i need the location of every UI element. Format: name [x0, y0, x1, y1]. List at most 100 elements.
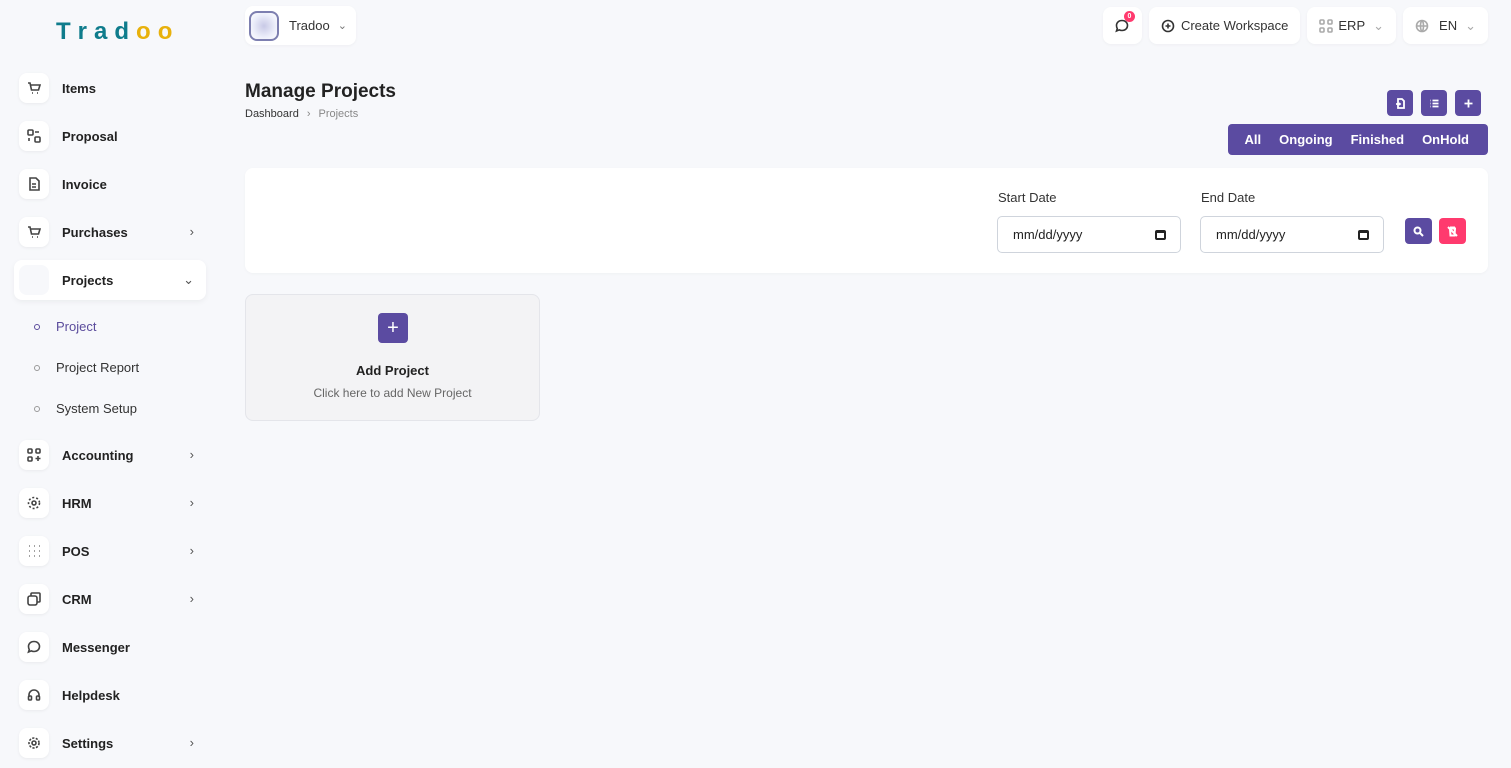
projects-submenu: Project Project Report System Setup: [14, 306, 206, 429]
end-date-label: End Date: [1201, 190, 1256, 205]
list-view-button[interactable]: [1421, 90, 1447, 116]
sidebar: Tradoo Items Proposal Invoice Purchases …: [0, 0, 222, 768]
app-logo[interactable]: Tradoo: [56, 18, 179, 46]
add-project-card[interactable]: + Add Project Click here to add New Proj…: [245, 294, 540, 421]
list-icon: [1429, 99, 1438, 107]
add-project-button[interactable]: [1455, 90, 1481, 116]
sidebar-item-invoice[interactable]: Invoice: [14, 164, 206, 204]
add-project-title: Add Project: [356, 363, 429, 378]
sidebar-item-label: HRM: [62, 495, 92, 511]
chevron-down-icon: ⌄: [1373, 17, 1385, 33]
apps-icon: [19, 440, 49, 470]
calendar-icon[interactable]: [1358, 230, 1369, 240]
sidebar-item-label: Items: [62, 80, 96, 96]
bullet-icon: [34, 405, 40, 412]
plus-icon: [1464, 99, 1472, 107]
chevron-down-icon: ⌄: [1465, 17, 1476, 33]
bullet-icon: [34, 364, 40, 371]
sidebar-item-pos[interactable]: POS ›: [14, 531, 206, 571]
add-project-subtitle: Click here to add New Project: [313, 386, 472, 400]
chevron-right-icon: ›: [189, 224, 194, 239]
breadcrumb: Dashboard › Projects: [245, 108, 358, 120]
module-dropdown[interactable]: ERP ⌄: [1307, 7, 1397, 44]
filter-onhold[interactable]: OnHold: [1413, 132, 1478, 147]
headset-icon: [19, 680, 49, 710]
sidebar-item-label: Settings: [62, 735, 114, 751]
sidebar-item-accounting[interactable]: Accounting ›: [14, 435, 206, 475]
sidebar-item-helpdesk[interactable]: Helpdesk: [14, 675, 206, 715]
search-button[interactable]: [1405, 218, 1432, 244]
gear-icon: [19, 728, 49, 758]
sidebar-item-label: Invoice: [62, 176, 107, 192]
chevron-down-icon: ⌄: [183, 272, 194, 287]
sidebar-item-label: Projects: [62, 272, 114, 288]
filter-ongoing[interactable]: Ongoing: [1270, 132, 1341, 147]
sidebar-subitem-project[interactable]: Project: [14, 306, 206, 347]
sidebar-item-hrm[interactable]: HRM ›: [14, 483, 206, 523]
sidebar-subitem-system-setup[interactable]: System Setup: [14, 388, 206, 429]
sidebar-item-label: Helpdesk: [62, 687, 120, 703]
import-button[interactable]: [1387, 90, 1413, 116]
chat-icon: [19, 632, 49, 662]
projects-icon: [19, 265, 49, 295]
clear-filter-button[interactable]: [1439, 218, 1466, 244]
trash-off-icon: [1447, 225, 1458, 237]
sidebar-item-crm[interactable]: CRM ›: [14, 579, 206, 619]
language-dropdown[interactable]: EN ⌄: [1403, 7, 1488, 44]
sidebar-item-projects[interactable]: Projects ⌄: [14, 260, 206, 300]
layers-icon: [19, 584, 49, 614]
messages-button[interactable]: 0: [1102, 7, 1142, 44]
workspace-avatar: [249, 10, 279, 41]
hrm-icon: [19, 488, 49, 518]
workspace-switcher[interactable]: Tradoo ⌄: [245, 6, 356, 45]
chevron-right-icon: ›: [189, 735, 194, 750]
status-filter-tabs: All Ongoing Finished OnHold: [1227, 124, 1488, 155]
page-title: Manage Projects: [245, 81, 396, 102]
plus-icon: +: [378, 313, 408, 343]
start-date-label: Start Date: [998, 190, 1057, 205]
globe-icon: [1415, 19, 1429, 32]
breadcrumb-current: Projects: [318, 108, 359, 120]
breadcrumb-dashboard[interactable]: Dashboard: [245, 108, 299, 120]
sidebar-item-label: CRM: [62, 591, 92, 607]
end-date-input[interactable]: mm/dd/yyyy: [1200, 216, 1384, 253]
sidebar-item-proposal[interactable]: Proposal: [14, 116, 206, 156]
proposal-icon: [19, 121, 49, 151]
chevron-right-icon: ›: [189, 543, 194, 558]
sidebar-item-label: Proposal: [62, 128, 118, 144]
invoice-icon: [19, 169, 49, 199]
chevron-right-icon: ›: [189, 447, 194, 462]
chevron-right-icon: ›: [189, 591, 194, 606]
message-count-badge: 0: [1123, 11, 1135, 22]
plus-circle-icon: [1161, 19, 1175, 32]
filter-all[interactable]: All: [1236, 132, 1271, 147]
search-icon: [1413, 226, 1424, 237]
cart-icon: [19, 217, 49, 247]
chevron-right-icon: ›: [189, 495, 194, 510]
bullet-icon: [34, 323, 40, 330]
page-actions: [1387, 90, 1481, 116]
sidebar-item-settings[interactable]: Settings ›: [14, 723, 206, 763]
sidebar-item-label: Purchases: [62, 224, 128, 240]
sidebar-nav: Items Proposal Invoice Purchases › Proje…: [14, 68, 206, 768]
sidebar-item-purchases[interactable]: Purchases ›: [14, 212, 206, 252]
cart-icon: [19, 73, 49, 103]
sidebar-item-label: Accounting: [62, 447, 134, 463]
chevron-right-icon: ›: [306, 108, 311, 120]
sidebar-item-label: POS: [62, 543, 90, 559]
create-workspace-button[interactable]: Create Workspace: [1148, 7, 1301, 44]
grid-icon: [19, 536, 49, 566]
sidebar-item-label: Messenger: [62, 639, 130, 655]
start-date-input[interactable]: mm/dd/yyyy: [997, 216, 1181, 253]
apps-icon: [1319, 18, 1334, 33]
chevron-down-icon: ⌄: [337, 20, 347, 32]
date-filter-card: Start Date mm/dd/yyyy End Date mm/dd/yyy…: [245, 168, 1488, 273]
sidebar-item-items[interactable]: Items: [14, 68, 206, 108]
header-actions: 0 Create Workspace ERP ⌄ EN ⌄: [1102, 7, 1488, 44]
sidebar-item-messenger[interactable]: Messenger: [14, 627, 206, 667]
calendar-icon[interactable]: [1155, 230, 1166, 240]
file-import-icon: [1395, 97, 1405, 109]
workspace-name: Tradoo: [289, 18, 330, 33]
filter-finished[interactable]: Finished: [1342, 132, 1413, 147]
sidebar-subitem-project-report[interactable]: Project Report: [14, 347, 206, 388]
